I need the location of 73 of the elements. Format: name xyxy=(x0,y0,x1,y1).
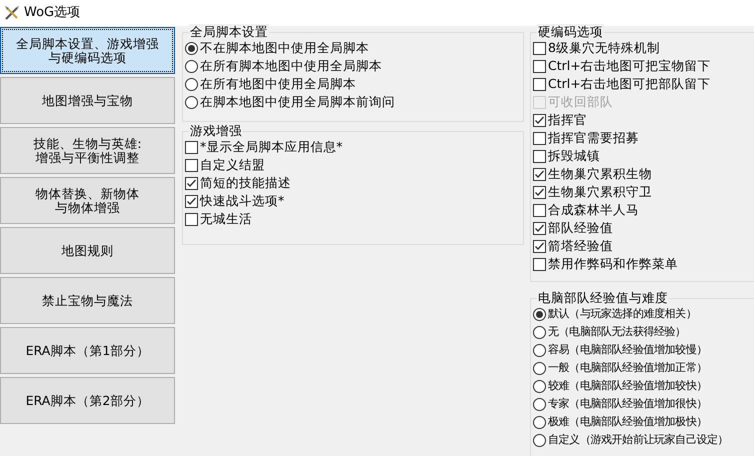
sidebar-tab[interactable]: 地图增强与宝物 xyxy=(0,77,175,124)
option-label: 合成森林半人马 xyxy=(548,200,639,219)
option-label: 自定义结盟 xyxy=(200,156,265,174)
option-label: 箭塔经验值 xyxy=(548,236,613,255)
group-title: 硬编码选项 xyxy=(537,24,604,40)
checkbox[interactable] xyxy=(185,158,198,172)
option-label: 部队经验值 xyxy=(548,218,613,237)
checkbox[interactable] xyxy=(533,60,546,72)
checkbox[interactable] xyxy=(533,132,546,144)
checkbox[interactable] xyxy=(533,186,546,198)
checkbox[interactable] xyxy=(533,222,546,234)
radio-button[interactable] xyxy=(185,78,198,90)
sidebar-tab[interactable]: 地图规则 xyxy=(0,227,175,274)
radio-button[interactable] xyxy=(185,96,198,108)
radio-button[interactable] xyxy=(533,362,546,374)
option-label: 8级巢穴无特殊机制 xyxy=(548,38,660,57)
option-label: 容易（电脑部队经验值增加较慢） xyxy=(548,342,708,358)
radio-button[interactable] xyxy=(533,380,546,392)
option-label: 生物巢穴累积守卫 xyxy=(548,182,652,201)
radio-button[interactable] xyxy=(185,60,198,72)
group-title: 游戏增强 xyxy=(189,123,243,139)
option-label: 一般（电脑部队经验值增加正常） xyxy=(548,360,708,376)
radio-button[interactable] xyxy=(185,42,198,54)
radio-button[interactable] xyxy=(533,344,546,356)
option-label: 可收回部队 xyxy=(548,92,613,111)
checkbox[interactable] xyxy=(533,204,546,216)
option-label: 无城生活 xyxy=(200,210,252,228)
checkbox[interactable] xyxy=(185,140,198,154)
option-label: 指挥官需要招募 xyxy=(548,128,639,147)
option-label: 不在脚本地图中使用全局脚本 xyxy=(200,38,369,57)
option-label: 简短的技能描述 xyxy=(200,174,291,192)
checkbox[interactable] xyxy=(185,176,198,190)
option-label: 无（电脑部队无法获得经验） xyxy=(548,324,686,340)
checkbox[interactable] xyxy=(533,168,546,180)
option-label: 拆毁城镇 xyxy=(548,146,600,165)
option-label: 指挥官 xyxy=(548,110,587,129)
sidebar-tab[interactable]: ERA脚本（第1部分） xyxy=(0,327,175,374)
option-label: 快速战斗选项* xyxy=(200,192,284,210)
window-title: WoG选项 xyxy=(24,4,80,22)
checkbox[interactable] xyxy=(533,150,546,162)
sidebar-tab[interactable]: 技能、生物与英雄: 增强与平衡性调整 xyxy=(0,127,175,174)
checkbox[interactable] xyxy=(533,114,546,126)
option-label: 极难（电脑部队经验值增加极快） xyxy=(548,414,708,430)
option-label: 默认（与玩家选择的难度相关） xyxy=(548,306,696,322)
radio-button[interactable] xyxy=(533,434,546,446)
option-label: 在所有地图中使用全局脚本 xyxy=(200,74,356,93)
option-label: *显示全局脚本应用信息* xyxy=(200,138,342,156)
sidebar-tab[interactable]: 全局脚本设置、游戏增强 与硬编码选项 xyxy=(0,27,175,74)
checkbox[interactable] xyxy=(185,194,198,208)
checkbox[interactable] xyxy=(533,258,546,270)
option-label: Ctrl+右击地图可把宝物留下 xyxy=(548,56,711,75)
option-label: 在脚本地图中使用全局脚本前询问 xyxy=(200,92,395,111)
checkbox[interactable] xyxy=(533,42,546,54)
radio-button[interactable] xyxy=(533,398,546,410)
checkbox[interactable] xyxy=(533,240,546,252)
group-title: 全局脚本设置 xyxy=(189,24,269,40)
radio-button[interactable] xyxy=(533,326,546,338)
sidebar-tab[interactable]: 物体替换、新物体 与物体增强 xyxy=(0,177,175,224)
tools-icon xyxy=(4,5,20,21)
sidebar-tab[interactable]: ERA脚本（第2部分） xyxy=(0,377,175,424)
option-label: 专家（电脑部队经验值增加很快） xyxy=(548,396,708,412)
option-label: 生物巢穴累积生物 xyxy=(548,164,652,183)
option-label: 在所有脚本地图中使用全局脚本 xyxy=(200,56,382,75)
checkbox[interactable] xyxy=(185,212,198,226)
checkbox[interactable] xyxy=(533,78,546,90)
radio-button[interactable] xyxy=(533,308,546,320)
option-label: 较难（电脑部队经验值增加较快） xyxy=(548,378,708,394)
radio-button[interactable] xyxy=(533,416,546,428)
sidebar-tab[interactable]: 禁止宝物与魔法 xyxy=(0,277,175,324)
group-title: 电脑部队经验值与难度 xyxy=(537,290,669,306)
option-label: Ctrl+右击地图可把部队留下 xyxy=(548,74,711,93)
option-label: 禁用作弊码和作弊菜单 xyxy=(548,254,678,273)
option-label: 自定义（游戏开始前让玩家自己设定） xyxy=(548,432,728,448)
